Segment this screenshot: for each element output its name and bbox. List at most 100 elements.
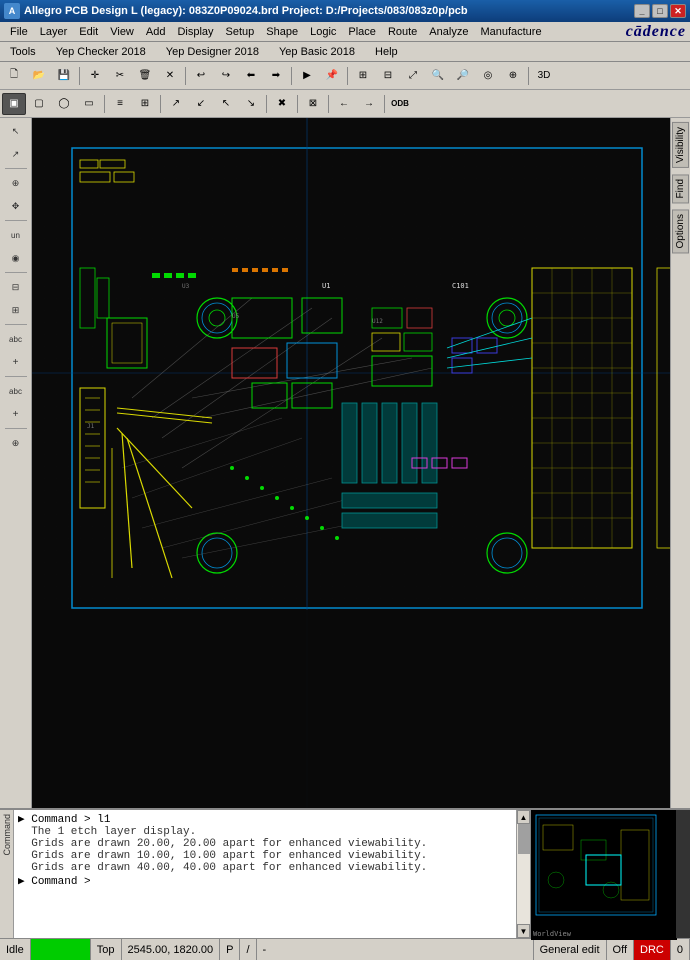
lt-circle[interactable]: ◉ [3,247,29,269]
tb-grid1[interactable]: ⊞ [351,65,375,87]
lt-sep-1 [5,168,27,169]
pcb-canvas-area[interactable]: U3 U5 U12 J1 U1 C101 [32,118,670,808]
lt-abc1[interactable]: abc [3,328,29,350]
tb2-odb[interactable]: ODB [388,93,412,115]
status-coordinates: 2545.00, 1820.00 [122,939,221,960]
scroll-down-btn[interactable]: ▼ [517,924,530,938]
tb-crosshair[interactable]: ✛ [83,65,107,87]
tb2-12[interactable]: ⊠ [301,93,325,115]
tb-grid2[interactable]: ⊟ [376,65,400,87]
menu-setup[interactable]: Setup [220,24,261,40]
tb-fwd[interactable]: ➡ [264,65,288,87]
lt-plus[interactable]: + [3,351,29,373]
menu-display[interactable]: Display [171,24,219,40]
lt-sep-2 [5,220,27,221]
svg-text:J1: J1 [87,423,95,430]
console-area: Command ▶ Command > l1 The 1 etch layer … [0,808,690,938]
tb-sep-3 [291,67,292,85]
lt-minus[interactable]: ⊟ [3,276,29,298]
console-output[interactable]: ▶ Command > l1 The 1 etch layer display.… [14,810,516,938]
tb2-7[interactable]: ↗ [164,93,188,115]
lt-measure[interactable]: ⊞ [3,299,29,321]
lt-sep-3 [5,272,27,273]
tb2-11[interactable]: ✖ [270,93,294,115]
lt-select[interactable]: ↖ [3,120,29,142]
svg-text:U1: U1 [322,282,330,290]
menu-yep-basic[interactable]: Yep Basic 2018 [273,44,361,60]
tb2-5[interactable]: ≡ [108,93,132,115]
tb-zoom-prev[interactable]: ◎ [476,65,500,87]
tb-3d[interactable]: 3D [532,65,556,87]
menu-analyze[interactable]: Analyze [423,24,474,40]
options-tab[interactable]: Options [672,209,689,253]
tb2-sep-5 [328,95,329,113]
tb-sep-2 [185,67,186,85]
tb-zoom-in[interactable]: 🔍 [426,65,450,87]
lt-add-pin[interactable]: ⊕ [3,432,29,454]
menu-shape[interactable]: Shape [260,24,304,40]
tb-new[interactable]: 🗋 [2,65,26,87]
tb2-4[interactable]: ▭ [77,93,101,115]
tb2-2[interactable]: ▢ [27,93,51,115]
visibility-tab[interactable]: Visibility [672,122,689,168]
minimize-button[interactable]: _ [634,4,650,18]
title-text: Allegro PCB Design L (legacy): 083Z0P090… [24,5,468,17]
tb-zoom-win[interactable]: ⊕ [501,65,525,87]
lt-arrow[interactable]: ↗ [3,143,29,165]
status-off: Off [607,939,634,960]
tb2-8[interactable]: ↙ [189,93,213,115]
tb2-13[interactable]: ← [332,93,356,115]
find-tab[interactable]: Find [672,174,689,203]
menu-logic[interactable]: Logic [304,24,342,40]
lt-pan[interactable]: ✥ [3,195,29,217]
tb-run[interactable]: ▶ [295,65,319,87]
menu-yep-checker[interactable]: Yep Checker 2018 [50,44,152,60]
tb2-10[interactable]: ↘ [239,93,263,115]
menu-layer[interactable]: Layer [34,24,74,40]
maximize-button[interactable]: □ [652,4,668,18]
scroll-track[interactable] [517,824,530,924]
menu-yep-designer[interactable]: Yep Designer 2018 [160,44,265,60]
menu-view[interactable]: View [104,24,140,40]
status-layer[interactable]: Top [91,939,122,960]
tb-cut[interactable]: ✂ [108,65,132,87]
tb2-6[interactable]: ⊞ [133,93,157,115]
tb-zoom-fit[interactable]: ⤢ [401,65,425,87]
tb-undo[interactable]: ↩ [189,65,213,87]
tb-open[interactable]: 📂 [27,65,51,87]
console-side-label: Command [0,810,14,938]
tb-delete[interactable]: 🗑 [133,65,157,87]
console-line-6: ▶ Command > [18,874,512,888]
scroll-thumb[interactable] [518,824,530,854]
tb2-14[interactable]: → [357,93,381,115]
menu-edit[interactable]: Edit [73,24,104,40]
lt-plus2[interactable]: + [3,403,29,425]
tb-save[interactable]: 💾 [52,65,76,87]
menu-file[interactable]: File [4,24,34,40]
status-bar: Idle Top 2545.00, 1820.00 P / - General … [0,938,690,960]
tb-zoom-out[interactable]: 🔎 [451,65,475,87]
menu-place[interactable]: Place [342,24,382,40]
lt-abc2[interactable]: abc [3,380,29,402]
toolbar-1: 🗋 📂 💾 ✛ ✂ 🗑 ✕ ↩ ↪ ⬅ ➡ ▶ 📌 ⊞ ⊟ ⤢ 🔍 🔎 ◎ ⊕ … [0,62,690,90]
svg-text:U3: U3 [182,283,190,290]
tb-pin[interactable]: 📌 [320,65,344,87]
tb2-9[interactable]: ↖ [214,93,238,115]
title-bar: A Allegro PCB Design L (legacy): 083Z0P0… [0,0,690,22]
menu-add[interactable]: Add [140,24,172,40]
console-scrollbar[interactable]: ▲ ▼ [516,810,530,938]
tb-sep-4 [347,67,348,85]
close-button[interactable]: ✕ [670,4,686,18]
tb-redo[interactable]: ↪ [214,65,238,87]
menu-tools[interactable]: Tools [4,44,42,60]
lt-zoom[interactable]: ⊕ [3,172,29,194]
lt-un[interactable]: un [3,224,29,246]
tb-back[interactable]: ⬅ [239,65,263,87]
menu-route[interactable]: Route [382,24,423,40]
scroll-up-btn[interactable]: ▲ [517,810,530,824]
menu-manufacture[interactable]: Manufacture [474,24,547,40]
tb-xsign[interactable]: ✕ [158,65,182,87]
tb2-1[interactable]: ▣ [2,93,26,115]
menu-help[interactable]: Help [369,44,404,60]
tb2-3[interactable]: ◯ [52,93,76,115]
